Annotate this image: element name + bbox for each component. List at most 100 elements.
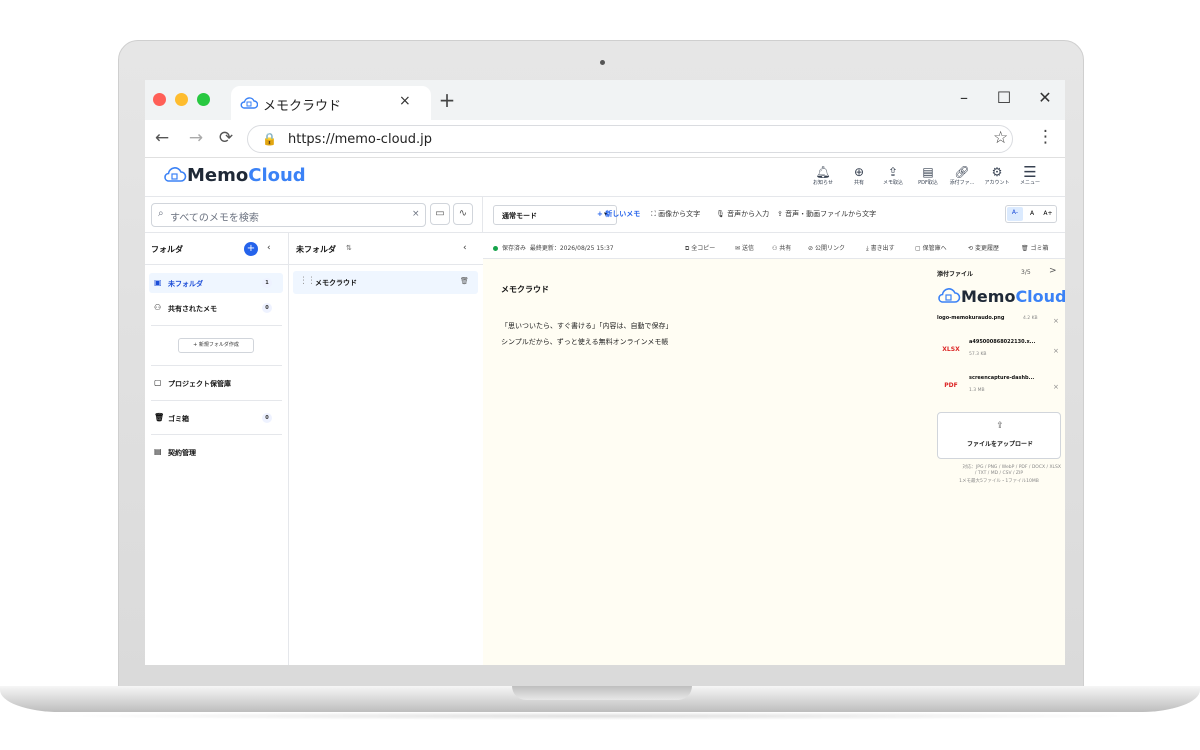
window-minimize-button[interactable]: – xyxy=(953,88,975,107)
sort-icon[interactable]: ⇅ xyxy=(346,244,352,252)
action-label: ゴミ箱 xyxy=(1030,245,1049,252)
font-decrease-button[interactable]: A- xyxy=(1007,207,1023,221)
sidebar-item-contract[interactable]: ▤ 契約管理 xyxy=(149,442,283,462)
file-limits: 1メモ最大5ファイル・1ファイル10MB xyxy=(959,479,1039,484)
collapse-list-icon[interactable]: ‹ xyxy=(463,243,467,253)
sidebar-item-shared[interactable]: ⚇ 共有されたメモ 0 xyxy=(149,298,283,318)
attachments-header-button[interactable]: 🔗︎ 添付ファ... xyxy=(946,165,978,187)
share-button[interactable]: ⚇ 共有 xyxy=(772,243,791,252)
gear-icon: ⚙ xyxy=(991,165,1003,179)
sidebar-item-label: ゴミ箱 xyxy=(168,415,189,423)
attachment-icon: 🔗︎ xyxy=(954,165,970,179)
import-icon: ⇪ xyxy=(887,165,899,179)
new-folder-button[interactable]: + 新規フォルダ作成 xyxy=(178,338,254,353)
drag-handle-icon[interactable]: ⋮⋮ xyxy=(299,276,316,286)
back-arrow-icon[interactable]: ← xyxy=(151,128,173,148)
search-icon: ⌕ xyxy=(158,208,164,219)
trash-icon: 🗑︎ xyxy=(154,413,165,422)
account-button[interactable]: ⚙ アカウント xyxy=(981,165,1013,187)
supported-formats: 対応：JPG / PNG / WebP / PDF / DOCX / XLSX xyxy=(962,465,1061,470)
remove-file-icon[interactable]: × xyxy=(1053,383,1059,391)
action-label: 共有 xyxy=(779,245,792,252)
list-item[interactable]: ⋮⋮ メモクラウド 🗑︎ xyxy=(293,271,478,294)
header-label: お知らせ xyxy=(813,180,833,186)
sidebar-item-unfiled[interactable]: ▣ 未フォルダ 1 xyxy=(149,273,283,293)
mode-value: 通常モード xyxy=(502,212,537,220)
url-field[interactable]: 🔒 https://memo-cloud.jp xyxy=(247,125,1013,153)
logo-text-main: Memo xyxy=(961,287,1016,306)
search-clear-icon[interactable]: × xyxy=(412,209,420,219)
app-logo[interactable]: MemoCloud xyxy=(163,165,306,186)
attachment-preview-logo[interactable]: MemoCloud xyxy=(937,287,1065,306)
public-link-button[interactable]: ⊘ 公開リンク xyxy=(808,243,845,252)
search-placeholder: すべてのメモを検索 xyxy=(170,213,259,224)
pdf-import-button[interactable]: ▤ PDF取込 xyxy=(912,165,944,187)
minimize-dot[interactable] xyxy=(175,93,188,106)
browser-window: メモクラウド × + – ☐ ✕ ← → ⟳ 🔒 https://memo-cl… xyxy=(145,80,1065,665)
divider xyxy=(151,434,282,435)
browser-menu-icon[interactable]: ⋮ xyxy=(1037,127,1054,147)
history-button[interactable]: ⟲ 変更履歴 xyxy=(968,243,999,252)
audio-to-text-button[interactable]: ⇪ 音声・動画ファイルから文字 xyxy=(777,209,876,219)
browser-tab[interactable]: メモクラウド × xyxy=(231,86,431,120)
remove-file-icon[interactable]: × xyxy=(1053,317,1059,325)
file-name[interactable]: a495000868022130.x... xyxy=(969,339,1035,345)
shared-users-icon: ⚇ xyxy=(154,303,162,312)
status-dot xyxy=(493,246,498,251)
memo-line: シンプルだから、ずっと使える無料オンラインメモ帳 xyxy=(501,338,669,346)
window-maximize-button[interactable]: ☐ xyxy=(993,88,1015,107)
action-label: 公開リンク xyxy=(814,245,845,252)
send-button[interactable]: ✉ 送信 xyxy=(735,243,754,252)
image-to-text-button[interactable]: ⛶ 画像から文字 xyxy=(651,209,700,219)
font-increase-button[interactable]: A+ xyxy=(1040,210,1056,217)
close-dot[interactable] xyxy=(153,93,166,106)
action-label: 全コピー xyxy=(691,245,716,252)
upload-file-button[interactable]: ⇪ ファイルをアップロード xyxy=(937,412,1061,459)
voice-input-button[interactable]: 🎙︎ 音声から入力 xyxy=(716,209,769,219)
delete-button[interactable]: 🗑︎ ゴミ箱 xyxy=(1021,243,1049,252)
header-label: メニュー xyxy=(1019,180,1040,186)
font-normal-button[interactable]: A xyxy=(1024,210,1040,217)
share-header-button[interactable]: ⊕ 共有 xyxy=(843,165,875,187)
search-input[interactable]: ⌕ すべてのメモを検索 × xyxy=(151,203,426,227)
document-icon: ▤ xyxy=(154,447,162,456)
reload-icon[interactable]: ⟳ xyxy=(215,128,237,148)
file-name[interactable]: screencapture-dashb... xyxy=(969,375,1034,381)
remove-file-icon[interactable]: × xyxy=(1053,347,1059,355)
memo-editor-area[interactable]: メモクラウド 「思いついたら、すぐ書ける」「内容は、自動で保存」 シンプルだから… xyxy=(483,259,1065,665)
new-memo-button[interactable]: + 新しいメモ xyxy=(597,209,640,219)
forward-arrow-icon[interactable]: → xyxy=(185,128,207,148)
window-close-button[interactable]: ✕ xyxy=(1034,88,1056,107)
sidebar-item-trash[interactable]: 🗑︎ ゴミ箱 0 xyxy=(149,408,283,428)
sidebar-item-project[interactable]: ▢ プロジェクト保管庫 xyxy=(149,373,283,393)
sidebar-item-label: プロジェクト保管庫 xyxy=(168,380,231,388)
bookmark-star-icon[interactable]: ☆ xyxy=(993,128,1008,148)
collapse-sidebar-icon[interactable]: ‹ xyxy=(267,243,271,253)
move-to-archive-button[interactable]: ▢ 保管庫へ xyxy=(915,243,947,252)
maximize-dot[interactable] xyxy=(197,93,210,106)
calendar-icon[interactable]: ▭ xyxy=(430,203,450,225)
trash-icon[interactable]: 🗑︎ xyxy=(460,277,469,285)
activity-icon[interactable]: ∿ xyxy=(453,203,473,225)
sidebar-header: フォルダ + ‹ xyxy=(145,233,288,265)
import-memo-button[interactable]: ⇪ メモ取込 xyxy=(877,165,909,187)
tab-close-icon[interactable]: × xyxy=(399,93,411,109)
file-name[interactable]: logo-memokuraudo.png xyxy=(937,315,1004,321)
memo-list-title: 未フォルダ xyxy=(296,245,336,254)
archive-icon: ▢ xyxy=(154,378,162,387)
header-label: 添付ファ... xyxy=(949,180,975,186)
supported-formats: / TXT / MD / CSV / ZIP xyxy=(974,471,1024,476)
export-button[interactable]: ⤓ 書き出す xyxy=(866,243,895,253)
copy-all-button[interactable]: ⧉ 全コピー xyxy=(685,243,715,253)
add-folder-button[interactable]: + xyxy=(244,242,258,256)
cloud-icon xyxy=(240,97,258,109)
attachments-count: 3/5 xyxy=(1021,269,1031,276)
divider xyxy=(151,365,282,366)
notifications-button[interactable]: 🔔︎ お知らせ xyxy=(807,165,839,187)
file-size: 1.3 MB xyxy=(969,388,985,393)
audio-to-text-label: 音声・動画ファイルから文字 xyxy=(785,210,877,218)
next-arrow-icon[interactable]: > xyxy=(1049,266,1057,276)
new-tab-button[interactable]: + xyxy=(435,88,459,112)
sidebar-item-label: 契約管理 xyxy=(168,449,196,457)
menu-button[interactable]: ☰ メニュー xyxy=(1014,165,1046,187)
